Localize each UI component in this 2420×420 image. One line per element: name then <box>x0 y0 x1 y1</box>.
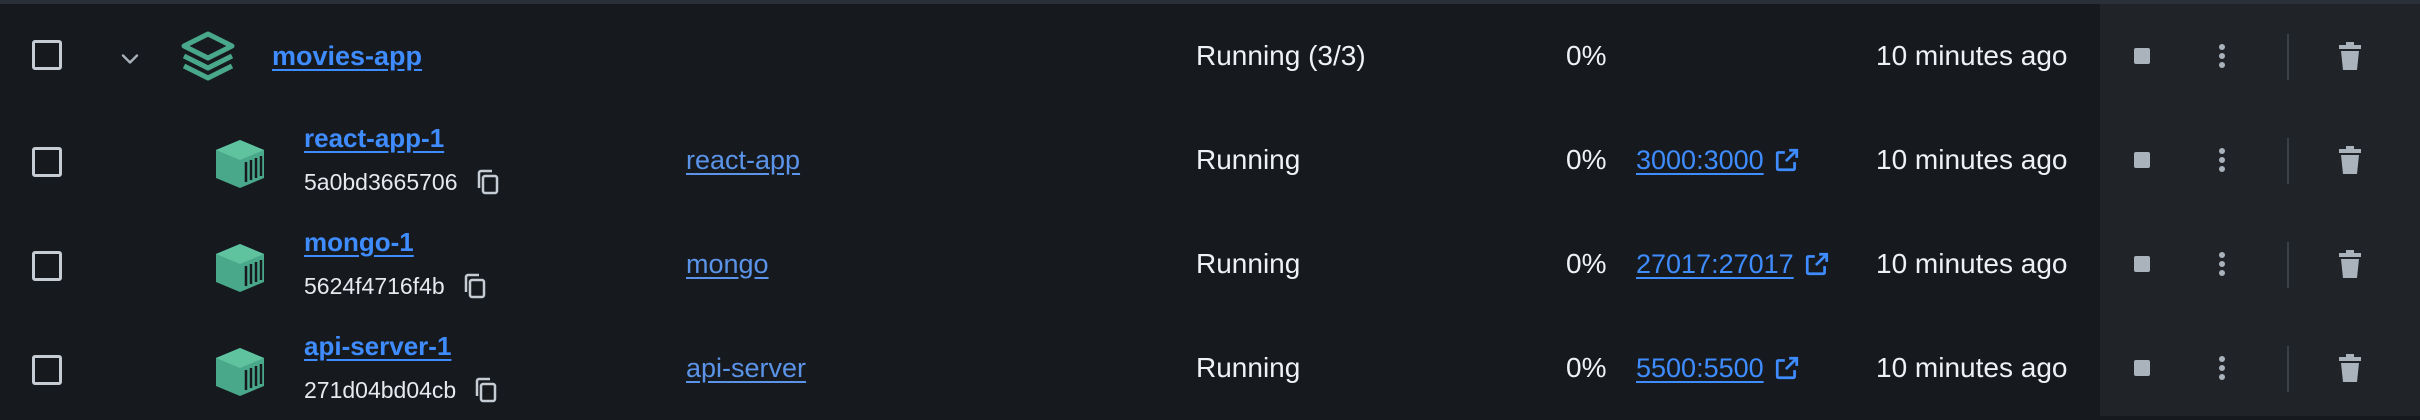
group-status: Running (3/3) <box>1196 40 1366 71</box>
container-cpu: 0% <box>1566 352 1607 383</box>
chevron-down-icon[interactable] <box>116 45 144 73</box>
stop-icon <box>2134 360 2150 376</box>
external-link-icon[interactable] <box>1774 147 1800 173</box>
stop-icon <box>2134 152 2150 168</box>
container-status: Running <box>1196 144 1301 175</box>
action-divider <box>2287 138 2289 184</box>
action-divider <box>2287 34 2289 80</box>
delete-button[interactable] <box>2330 348 2370 388</box>
select-checkbox[interactable] <box>32 147 62 177</box>
container-row[interactable]: mongo-1 5624f4716f4b mongo Running 0% 27… <box>0 212 2420 316</box>
group-name-link[interactable]: movies-app <box>272 41 422 72</box>
stop-icon <box>2134 256 2150 272</box>
external-link-icon[interactable] <box>1804 251 1830 277</box>
container-id: 5624f4716f4b <box>304 272 445 299</box>
group-last-started: 10 minutes ago <box>1876 40 2068 71</box>
kebab-menu-icon <box>2219 252 2225 276</box>
container-last-started: 10 minutes ago <box>1876 352 2068 383</box>
container-cpu: 0% <box>1566 248 1607 279</box>
stop-icon <box>2134 48 2150 64</box>
more-actions-button[interactable] <box>2202 348 2242 388</box>
image-link[interactable]: mongo <box>686 249 769 280</box>
trash-icon <box>2339 250 2361 278</box>
external-link-icon[interactable] <box>1774 355 1800 381</box>
container-status: Running <box>1196 352 1301 383</box>
container-name-link[interactable]: mongo-1 <box>304 227 414 258</box>
stop-button[interactable] <box>2122 140 2162 180</box>
delete-button[interactable] <box>2330 140 2370 180</box>
delete-button[interactable] <box>2330 244 2370 284</box>
kebab-menu-icon <box>2219 44 2225 68</box>
container-last-started: 10 minutes ago <box>1876 248 2068 279</box>
container-row[interactable]: api-server-1 271d04bd04cb api-server Run… <box>0 316 2420 420</box>
select-checkbox[interactable] <box>32 251 62 281</box>
container-id: 5a0bd3665706 <box>304 168 458 195</box>
container-cube-icon <box>216 244 264 292</box>
container-last-started: 10 minutes ago <box>1876 144 2068 175</box>
container-status: Running <box>1196 248 1301 279</box>
copy-icon[interactable] <box>463 273 487 299</box>
stop-button[interactable] <box>2122 244 2162 284</box>
container-cube-icon <box>216 140 264 188</box>
select-checkbox[interactable] <box>32 40 62 70</box>
more-actions-button[interactable] <box>2202 244 2242 284</box>
trash-icon <box>2339 146 2361 174</box>
copy-icon[interactable] <box>476 169 500 195</box>
kebab-menu-icon <box>2219 148 2225 172</box>
group-cpu: 0% <box>1566 40 1607 71</box>
image-link[interactable]: react-app <box>686 145 800 176</box>
more-actions-button[interactable] <box>2202 140 2242 180</box>
container-row[interactable]: react-app-1 5a0bd3665706 react-app Runni… <box>0 108 2420 212</box>
kebab-menu-icon <box>2219 356 2225 380</box>
port-link[interactable]: 27017:27017 <box>1636 249 1794 280</box>
container-name-link[interactable]: react-app-1 <box>304 123 444 154</box>
more-actions-button[interactable] <box>2202 36 2242 76</box>
select-checkbox[interactable] <box>32 355 62 385</box>
trash-icon <box>2339 354 2361 382</box>
stop-button[interactable] <box>2122 36 2162 76</box>
action-divider <box>2287 242 2289 288</box>
port-link[interactable]: 3000:3000 <box>1636 145 1764 176</box>
group-row[interactable]: movies-app Running (3/3) 0% 10 minutes a… <box>0 4 2420 108</box>
delete-button[interactable] <box>2330 36 2370 76</box>
action-divider <box>2287 346 2289 392</box>
stack-layers-icon <box>181 31 235 81</box>
image-link[interactable]: api-server <box>686 353 806 384</box>
stop-button[interactable] <box>2122 348 2162 388</box>
port-link[interactable]: 5500:5500 <box>1636 353 1764 384</box>
copy-icon[interactable] <box>474 377 498 403</box>
container-cube-icon <box>216 348 264 396</box>
container-name-link[interactable]: api-server-1 <box>304 331 451 362</box>
container-id: 271d04bd04cb <box>304 376 457 403</box>
trash-icon <box>2339 42 2361 70</box>
container-cpu: 0% <box>1566 144 1607 175</box>
